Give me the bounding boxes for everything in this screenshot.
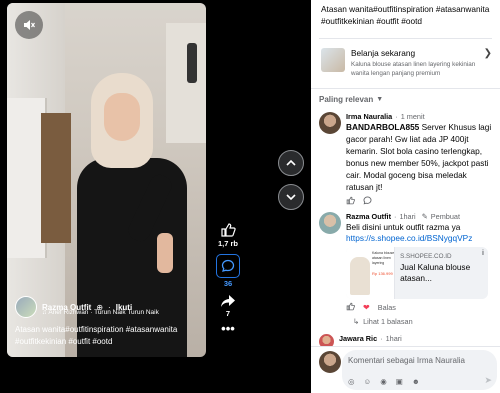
shop-now-card[interactable]: Belanja sekarang Kaluna blouse atasan li… [319,38,492,78]
comment-text-bold: BANDARBOLA855 [346,122,420,132]
reply-comment-button[interactable] [363,196,372,207]
comment-button[interactable]: 36 [214,254,242,288]
comment-item: Razma Outfit · 1hari ✎ Pembuat Beli disi… [311,212,500,313]
comment-text: BANDARBOLA855 Server Khusus lagi gacor p… [346,121,494,193]
link-preview-image: Kaluna blouse atasan linen layering Rp 1… [346,247,396,299]
video-caption-line: Atasan wanita#outfitinspiration #atasanw… [15,325,178,334]
sticker-icon[interactable]: ☻ [412,377,420,386]
chevron-right-icon: ❯ [483,48,492,59]
like-comment-button[interactable] [346,196,355,207]
view-replies-link[interactable]: ↳ Lihat 1 balasan [311,317,500,326]
like-comment-button[interactable] [346,302,355,313]
comment-sort-dropdown[interactable]: Paling relevan ▼ [311,89,500,104]
chevron-up-icon [286,159,296,166]
emoji-icon[interactable]: ☺ [364,377,372,386]
post-caption: Atasan wanita#outfitinspiration #atasanw… [321,4,490,26]
reply-arrow-icon: ↳ [353,317,360,326]
share-button[interactable]: 7 [214,294,242,318]
link-preview-image-title: Kaluna blouse atasan linen layering [372,251,395,265]
comment-time[interactable]: 1hari [386,334,402,343]
more-options-button[interactable]: ••• [214,321,242,336]
comment-composer: Komentari sebagai Irma Nauralia ◎ ☺ ◉ ▣ … [311,346,500,393]
comment-input[interactable]: Komentari sebagai Irma Nauralia ◎ ☺ ◉ ▣ … [342,350,497,390]
commenter-name[interactable]: Jawara Ric [339,334,377,343]
view-replies-label: Lihat 1 balasan [363,317,413,326]
more-dots-icon: ••• [221,321,235,336]
caret-down-icon: ▼ [376,96,384,103]
video-background-lamp [187,43,197,83]
shop-subtitle: Kaluna blouse atasan linen layering keki… [351,61,476,77]
creator-badge-icon: ✎ [421,212,428,221]
link-preview-card[interactable]: Kaluna blouse atasan linen layering Rp 1… [346,247,488,299]
avatar-sticker-icon[interactable]: ◎ [348,377,355,386]
speaker-muted-icon [24,20,35,30]
music-title[interactable]: Arief Rizhwan · Turun Naik Turun Naik [48,309,159,316]
comment-text: Beli disini untuk outfit razma ya [346,222,461,232]
gif-icon[interactable]: ▣ [396,377,403,386]
reaction-bar: 1,7 rb 36 7 ••• [214,222,242,340]
chevron-down-icon [286,194,296,201]
link-title: Jual Kaluna blouse atasan... [400,262,471,283]
thumbs-up-icon [221,223,236,237]
author-avatar[interactable] [15,296,37,318]
info-icon[interactable]: i [482,250,484,257]
comment-link[interactable]: https://s.shopee.co.id/BSNygqVPz [346,233,494,243]
product-thumbnail [321,48,345,72]
commenter-name[interactable]: Irma Nauralia [346,112,392,121]
sort-label: Paling relevan [319,95,374,104]
video-background-door [41,113,71,243]
comment-icon [363,196,372,205]
comment-count: 36 [223,279,233,288]
next-video-button[interactable] [278,184,304,210]
comment-time[interactable]: 1hari [399,212,415,221]
comment-item: Irma Nauralia · 1 menit BANDARBOLA855 Se… [311,112,500,207]
reaction-heart-icon: ❤ [363,303,370,312]
comment-time[interactable]: 1 menit [401,112,425,121]
link-domain: S.SHOPEE.CO.ID [400,253,452,260]
reply-comment-button[interactable]: Balas [378,303,396,312]
video-caption: Atasan wanita#outfitinspiration #atasanw… [7,324,206,348]
music-note-icon: ♫ [42,309,47,316]
avatar[interactable] [319,112,341,134]
like-button[interactable]: 1,7 rb [214,222,242,248]
comment-icon [221,259,235,272]
like-count: 1,7 rb [217,239,238,248]
comment-text-body: Server Khusus lagi gacor parah! Gw liat … [346,122,492,192]
mute-button[interactable] [15,11,43,39]
video-info: Razma Outfit ⊕ · Ikuti ♫ Arief Rizhwan ·… [7,296,206,348]
commenter-name[interactable]: Razma Outfit [346,212,391,221]
avatar[interactable] [319,212,341,234]
send-icon[interactable]: ➤ [484,375,492,386]
share-icon [221,295,235,307]
video-panel: Razma Outfit ⊕ · Ikuti ♫ Arief Rizhwan ·… [0,0,311,393]
comment-input-placeholder: Komentari sebagai Irma Nauralia [348,356,465,365]
link-preview-image-price: Rp 136.999 [372,271,393,276]
video-caption-line: #outfitkekinian #outfit #ootd [15,337,113,346]
composer-avatar[interactable] [319,351,341,373]
camera-icon[interactable]: ◉ [380,377,387,386]
previous-video-button[interactable] [278,150,304,176]
video-navigation [278,150,304,218]
share-count: 7 [225,309,231,318]
thumbs-up-icon [346,302,355,311]
author-tag: Pembuat [430,212,461,221]
shop-title: Belanja sekarang [351,48,416,58]
thumbs-up-icon [346,196,355,205]
comments-panel: Atasan wanita#outfitinspiration #atasanw… [311,0,500,393]
